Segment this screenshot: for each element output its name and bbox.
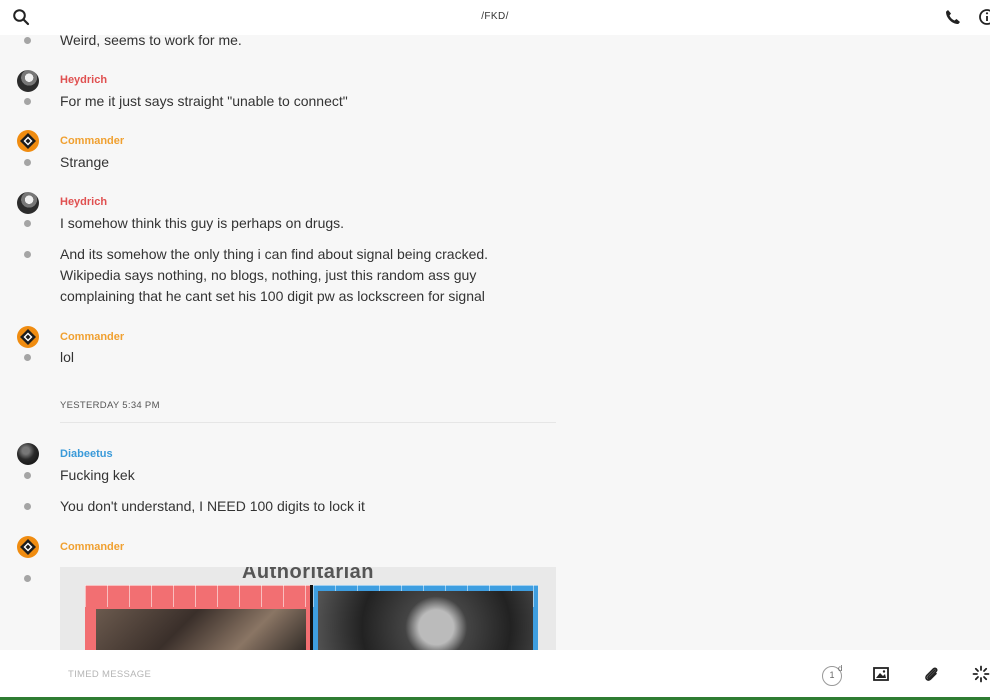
- message-text: Fucking kek: [60, 467, 135, 483]
- commander-emblem-icon: [20, 329, 36, 345]
- message-input[interactable]: TIMED MESSAGE: [68, 669, 151, 680]
- message-text: lol: [60, 349, 75, 365]
- attachment-photo-right: [318, 591, 533, 650]
- paperclip-icon[interactable]: [922, 665, 940, 683]
- message-status-dot: [24, 98, 31, 105]
- sender-name[interactable]: Heydrich: [60, 74, 107, 86]
- message-status-dot: [24, 354, 31, 361]
- message-text: Weird, seems to work for me.: [60, 35, 242, 48]
- sender-name[interactable]: Commander: [60, 541, 124, 553]
- phone-icon[interactable]: [944, 8, 962, 26]
- attachment-separator: [310, 585, 313, 650]
- heydrich-avatar[interactable]: [17, 70, 39, 92]
- commander-emblem-icon: [20, 133, 36, 149]
- commander-avatar[interactable]: [17, 130, 39, 152]
- image-icon[interactable]: [872, 665, 890, 683]
- image-attachment[interactable]: Authoritarian: [60, 567, 556, 650]
- message-status-dot: [24, 159, 31, 166]
- message-text: I somehow think this guy is perhaps on d…: [60, 215, 345, 231]
- message-text: Strange: [60, 154, 110, 170]
- sender-name[interactable]: Diabeetus: [60, 448, 113, 460]
- message-status-dot: [24, 251, 31, 258]
- timer-value: 1: [829, 670, 835, 680]
- message-status-dot: [24, 503, 31, 510]
- commander-avatar[interactable]: [17, 536, 39, 558]
- conversation-header: /FKD/: [0, 0, 990, 35]
- attachment-photo-left: [96, 609, 306, 650]
- message-text: For me it just says straight "unable to …: [60, 93, 348, 109]
- heydrich-avatar[interactable]: [17, 192, 39, 214]
- info-icon[interactable]: [978, 8, 990, 26]
- message-status-dot: [24, 37, 31, 44]
- message-text-line: Wikipedia says nothing, no blogs, nothin…: [60, 267, 477, 283]
- message-text-line: And its somehow the only thing i can fin…: [60, 246, 489, 262]
- message-status-dot: [24, 472, 31, 479]
- sparkle-icon[interactable]: [972, 665, 990, 683]
- diabeetus-avatar[interactable]: [17, 443, 39, 465]
- sender-name[interactable]: Commander: [60, 331, 124, 343]
- message-status-dot: [24, 220, 31, 227]
- message-text-line: complaining that he cant set his 100 dig…: [60, 288, 485, 304]
- message-list[interactable]: Weird, seems to work for me. Heydrich Fo…: [0, 35, 990, 650]
- attachment-title: Authoritarian: [241, 567, 375, 583]
- commander-emblem-icon: [20, 539, 36, 555]
- commander-avatar[interactable]: [17, 326, 39, 348]
- message-status-dot: [24, 575, 31, 582]
- date-divider-line: [60, 422, 556, 423]
- sender-name[interactable]: Heydrich: [60, 196, 107, 208]
- message-text: You don't understand, I NEED 100 digits …: [60, 498, 365, 514]
- conversation-title: /FKD/: [481, 11, 509, 22]
- date-divider-label: YESTERDAY 5:34 PM: [60, 400, 160, 411]
- timer-unit: d: [838, 664, 843, 673]
- sender-name[interactable]: Commander: [60, 135, 124, 147]
- attachment-grid: [85, 585, 310, 607]
